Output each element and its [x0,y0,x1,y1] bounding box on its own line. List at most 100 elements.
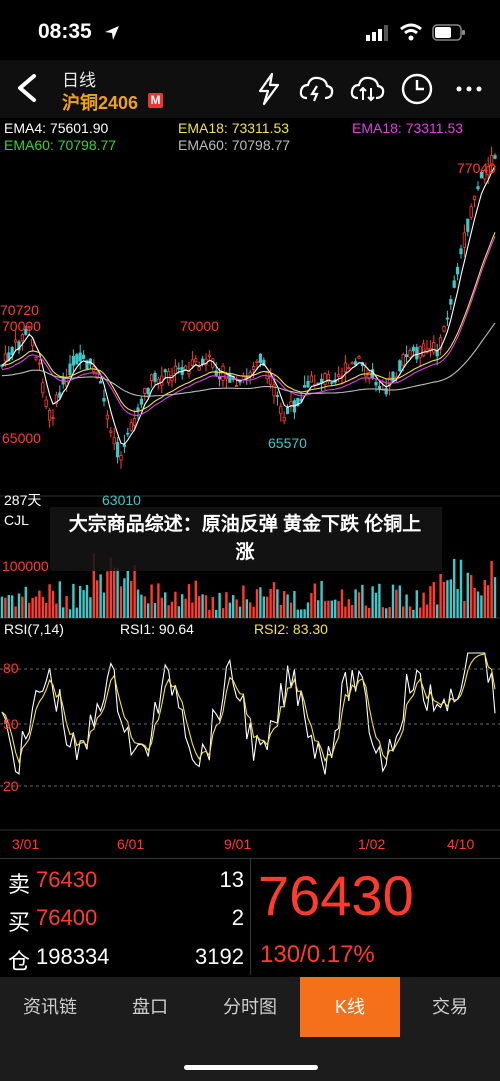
buy-price: 76400 [36,905,98,930]
open-interest: 198334 [36,944,110,969]
volume-bar [466,572,469,618]
candle-body [411,346,416,352]
date-label: 4/10 [447,836,475,852]
price-change: 130/0.17% [260,941,375,968]
nav-bar: 日线 沪铜2406 M [0,60,500,119]
location-arrow-icon [105,26,119,40]
candle-body [466,218,470,232]
candle-body [122,444,126,447]
open-interest-change: 3192 [195,944,244,969]
volume-bar [208,609,211,618]
kline-chart-area[interactable]: EMA4: 75601.90 EMA18: 73311.53 EMA18: 73… [0,118,500,858]
volume-bar [55,603,58,618]
volume-bar [449,579,452,618]
candle-body [302,385,307,388]
volume-bar [490,560,493,618]
volume-bar [415,590,418,618]
quote-divider [250,859,251,975]
sell-price: 76430 [36,867,98,892]
tab-kline[interactable]: K线 [300,977,400,1037]
candle-body [238,380,242,383]
volume-bar [48,584,51,618]
cloud-lightning-icon[interactable] [297,70,335,108]
volume-bar [476,591,480,618]
days-label: 287天 [4,492,42,508]
price-70000-label: 70000 [2,318,41,334]
volume-bar [405,594,408,618]
cloud-sync-icon[interactable] [348,70,386,108]
volume-bar [337,601,340,618]
candle-body [452,280,456,288]
volume-bar [313,583,316,618]
tab-news-chain[interactable]: 资讯链 [0,977,100,1037]
home-indicator[interactable] [184,1065,318,1070]
volume-bar [174,591,177,618]
volume-bar [218,592,221,618]
volume-bar [242,585,245,618]
back-arrow-icon[interactable] [10,68,44,108]
volume-bar [184,598,187,618]
home-indicator-area [0,1037,500,1081]
candle-body [493,155,497,159]
candle-body [136,407,140,411]
volume-bar [62,607,65,618]
volume-bar [459,559,463,618]
candle-body [102,398,106,402]
volume-bar [235,599,238,618]
candle-body [200,358,205,365]
volume-bar [116,568,119,618]
volume-bar [211,597,214,618]
volume-bar [354,589,357,618]
status-time: 08:35 [38,20,92,43]
volume-bar [187,584,191,618]
date-label: 6/01 [117,836,145,852]
candle-body [126,432,130,435]
price-70720-label: 70720 [0,302,39,318]
candle-body [408,350,412,358]
volume-bar [24,586,27,618]
more-icon[interactable] [450,70,488,108]
volume-bar [463,600,466,618]
candle-body [476,186,480,190]
volume-bar [136,589,140,618]
candle-body [153,372,157,382]
volume-bar [378,583,381,618]
candle-body [116,442,120,458]
volume-bar [4,597,7,618]
candle-body [377,386,382,390]
volume-bar [300,609,303,618]
tab-intraday[interactable]: 分时图 [200,977,300,1037]
volume-bar [85,585,89,618]
candle-body [207,354,211,358]
lightning-icon[interactable] [250,70,288,108]
candle-body [462,232,467,248]
cellular-signal-icon [366,25,388,41]
volume-bar [429,586,432,618]
volume-bar [232,595,235,618]
volume-bar [381,607,384,618]
news-headline[interactable]: 大宗商品综述：原油反弹 黄金下跌 伦铜上涨 [60,511,430,567]
volume-bar [286,594,289,618]
tab-order-book[interactable]: 盘口 [100,977,200,1037]
volume-bar [198,596,201,618]
volume-bar [276,589,279,618]
tab-trade[interactable]: 交易 [400,977,500,1037]
candle-body [306,381,310,388]
volume-bar [123,578,126,618]
candle-body [343,362,348,373]
date-label: 1/02 [358,836,386,852]
volume-bar [17,593,21,618]
candle-body [398,360,402,372]
volume-bar [317,600,320,618]
wifi-icon [400,23,422,41]
volume-bar [0,596,4,618]
bottom-tab-bar: 资讯链 盘口 分时图 K线 交易 [0,977,500,1037]
sell-label: 卖 [8,872,31,897]
clock-icon[interactable] [398,70,436,108]
candle-body [20,334,25,342]
candle-body [418,346,422,358]
volume-bar [167,605,170,618]
candle-body [221,365,225,381]
volume-bar [215,609,218,618]
volume-level-label: 100000 [2,558,49,574]
